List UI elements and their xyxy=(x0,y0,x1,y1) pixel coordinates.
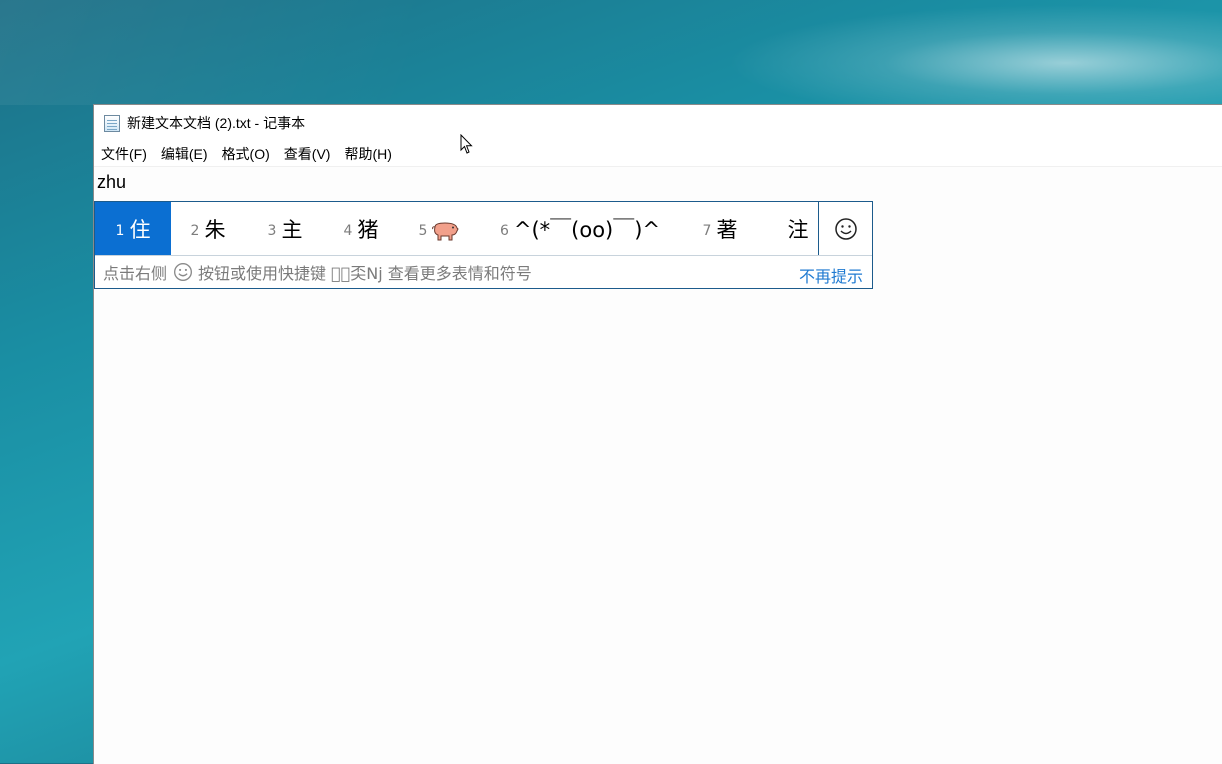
candidate-8[interactable]: 注 xyxy=(783,202,813,255)
menu-view[interactable]: 查看(V) xyxy=(284,144,331,164)
candidate-number: 3 xyxy=(267,222,277,239)
candidate-number: 4 xyxy=(343,222,353,239)
candidate-word: 猪 xyxy=(357,217,379,242)
candidate-row: 1 住 2 朱 3 主 4 猪 5 6 ^(*￣(oo)￣)^ 7 著 注 xyxy=(95,202,872,256)
pig-emoji-icon xyxy=(432,221,460,241)
title-bar[interactable]: 新建文本文档 (2).txt - 记事本 xyxy=(94,105,1222,141)
menu-edit[interactable]: 编辑(E) xyxy=(161,144,208,164)
candidate-3[interactable]: 3 主 xyxy=(258,202,312,255)
candidate-4[interactable]: 4 猪 xyxy=(334,202,388,255)
emoji-button[interactable] xyxy=(818,202,873,255)
hint-row: 点击右侧 按钮或使用快捷键  奀Nj 查看更多表情和符号 不再提示 xyxy=(95,256,872,288)
candidate-word: 朱 xyxy=(204,217,226,242)
ime-candidate-window: 1 住 2 朱 3 主 4 猪 5 6 ^(*￣(oo)￣)^ 7 著 注 点击… xyxy=(94,201,873,289)
menu-file[interactable]: 文件(F) xyxy=(101,144,147,164)
editor-content: zhu xyxy=(97,172,127,192)
mouse-cursor-icon xyxy=(460,134,473,154)
smiley-hint-icon xyxy=(173,262,193,282)
hint-suffix: 按钮或使用快捷键  奀Nj 查看更多表情和符号 xyxy=(198,264,532,283)
candidate-number: 6 xyxy=(499,222,509,239)
wallpaper-wave xyxy=(700,0,1222,105)
candidate-word: 主 xyxy=(281,217,303,242)
candidate-word: ^(*￣(oo)￣)^ xyxy=(513,217,661,242)
desktop-wallpaper xyxy=(0,0,700,105)
candidate-word: 著 xyxy=(716,217,738,242)
candidate-2[interactable]: 2 朱 xyxy=(181,202,235,255)
candidate-number: 7 xyxy=(702,222,712,239)
notepad-icon xyxy=(104,114,120,132)
candidate-word: 住 xyxy=(129,217,151,242)
candidate-number: 1 xyxy=(115,222,125,239)
window-title: 新建文本文档 (2).txt - 记事本 xyxy=(127,115,306,131)
menu-help[interactable]: 帮助(H) xyxy=(344,144,391,164)
candidate-number: 5 xyxy=(418,222,428,239)
candidate-7[interactable]: 7 著 xyxy=(695,202,745,255)
hint-prefix: 点击右侧 xyxy=(103,264,168,283)
candidate-1[interactable]: 1 住 xyxy=(95,202,171,255)
candidate-6[interactable]: 6 ^(*￣(oo)￣)^ xyxy=(495,202,665,255)
candidate-word: 注 xyxy=(787,217,809,242)
hint-text: 点击右侧 按钮或使用快捷键  奀Nj 查看更多表情和符号 xyxy=(103,260,532,284)
notepad-window: 新建文本文档 (2).txt - 记事本 文件(F) 编辑(E) 格式(O) 查… xyxy=(93,104,1222,764)
smiley-icon xyxy=(835,217,857,240)
menu-bar: 文件(F) 编辑(E) 格式(O) 查看(V) 帮助(H) xyxy=(94,141,1222,167)
menu-format[interactable]: 格式(O) xyxy=(222,144,270,164)
dismiss-hint-link[interactable]: 不再提示 xyxy=(799,263,863,287)
candidate-5[interactable]: 5 xyxy=(411,202,467,255)
candidate-number: 2 xyxy=(190,222,200,239)
